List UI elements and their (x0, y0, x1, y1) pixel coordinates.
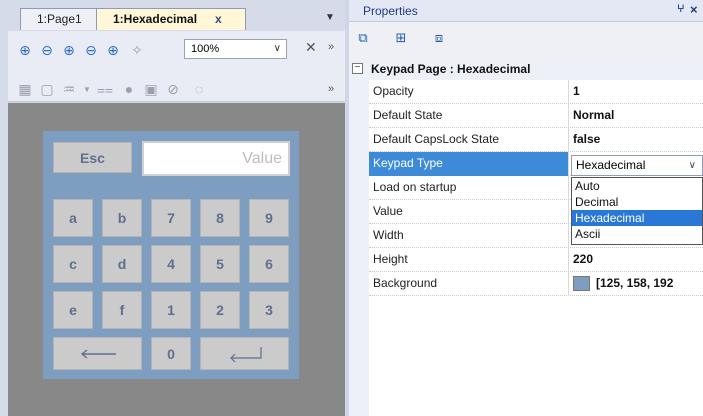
property-gutter (349, 80, 369, 416)
zoom-region-icon[interactable]: ⊖ (82, 41, 100, 59)
property-row-height[interactable]: Height 220 (369, 248, 703, 272)
collapse-icon[interactable]: − (352, 63, 363, 74)
property-row-background[interactable]: Background [125, 158, 192 (369, 272, 703, 296)
close-toolbar-icon[interactable]: ✕ (305, 39, 317, 56)
property-name: Opacity (369, 80, 569, 104)
key-a[interactable]: a (53, 199, 93, 237)
chevron-down-icon: ∨ (273, 43, 281, 54)
property-name: Load on startup (369, 176, 569, 200)
info-icon[interactable]: ● (120, 80, 138, 98)
categorized-view-icon[interactable]: ⧉ (353, 29, 373, 47)
tab-page1[interactable]: 1:Page1 (20, 8, 98, 30)
document-tab-bar: 1:Page1 1:Hexadecimal x ▼ (0, 0, 345, 30)
key-2[interactable]: 2 (200, 291, 240, 329)
grid-icon[interactable]: ▦ (16, 80, 34, 98)
esc-key[interactable]: Esc (53, 142, 132, 173)
properties-toolbar: ⧉ ⊞ ⧈ (349, 22, 703, 58)
dropdown-arrow-icon[interactable]: ▼ (78, 80, 96, 98)
zoom-custom-icon[interactable]: ⊕ (104, 41, 122, 59)
key-1[interactable]: 1 (151, 291, 191, 329)
zoom-out-icon[interactable]: ⊖ (38, 41, 56, 59)
property-name: Keypad Type (369, 152, 569, 176)
align-icon[interactable]: ⩵ (96, 80, 114, 98)
key-7[interactable]: 7 (151, 199, 191, 237)
page-editor-pane: 1:Page1 1:Hexadecimal x ▼ ⊕ ⊖ ⊕ ⊖ ⊕ ✧ 10… (0, 0, 345, 416)
key-0[interactable]: 0 (151, 337, 191, 370)
zoom-reset-icon[interactable]: ✧ (128, 41, 146, 59)
toolbar-overflow-icon[interactable]: » (328, 41, 334, 53)
pin-icon[interactable]: ⵖ (677, 4, 685, 15)
option-decimal[interactable]: Decimal (572, 194, 702, 210)
toolbar-overflow-icon[interactable]: » (328, 83, 334, 95)
close-icon[interactable]: × (690, 2, 698, 17)
enter-key[interactable] (200, 337, 289, 370)
property-value[interactable]: [125, 158, 192 (571, 272, 703, 296)
no-entry-icon[interactable]: ⊘ (164, 80, 182, 98)
key-b[interactable]: b (102, 199, 142, 237)
left-arrow-icon (80, 348, 116, 359)
key-6[interactable]: 6 (249, 245, 289, 283)
properties-title: Properties (363, 4, 418, 18)
property-row-default-capslock-state[interactable]: Default CapsLock State false (369, 128, 703, 152)
option-auto[interactable]: Auto (572, 178, 702, 194)
property-name: Value (369, 200, 569, 224)
tab-list-dropdown-icon[interactable]: ▼ (325, 12, 335, 23)
property-name: Height (369, 248, 569, 272)
chevron-down-icon: ∨ (688, 160, 696, 171)
alphabetical-view-icon[interactable]: ⊞ (391, 29, 411, 47)
key-d[interactable]: d (102, 245, 142, 283)
key-8[interactable]: 8 (200, 199, 240, 237)
property-value[interactable]: 220 (571, 248, 703, 272)
image-icon[interactable]: ▣ (142, 80, 160, 98)
option-ascii[interactable]: Ascii (572, 226, 702, 242)
frame-icon[interactable]: ▢ (38, 80, 56, 98)
key-c[interactable]: c (53, 245, 93, 283)
enter-icon (229, 346, 262, 362)
value-display[interactable]: Value (142, 141, 290, 176)
property-row-default-state[interactable]: Default State Normal (369, 104, 703, 128)
keypad-preview[interactable]: Esc Value a b 7 8 9 c d 4 5 6 e f 1 2 3 … (43, 131, 299, 379)
option-hexadecimal[interactable]: Hexadecimal (572, 210, 702, 226)
color-swatch (573, 276, 590, 292)
category-label: Keypad Page : Hexadecimal (371, 62, 531, 76)
tab-label: 1:Hexadecimal (113, 12, 198, 26)
zoom-value: 100% (191, 43, 220, 55)
key-9[interactable]: 9 (249, 199, 289, 237)
tab-hexadecimal[interactable]: 1:Hexadecimal x (96, 8, 246, 30)
properties-pane: Properties ⵖ × ⧉ ⊞ ⧈ − Keypad Page : Hex… (349, 0, 703, 416)
paint-bucket-icon[interactable]: ♒ (60, 80, 78, 98)
property-value[interactable]: 1 (571, 80, 703, 104)
property-value[interactable]: Normal (571, 104, 703, 128)
editor-toolbars: ⊕ ⊖ ⊕ ⊖ ⊕ ✧ 100% ∨ ✕ » ▦ ▢ ♒ ▼ ⩵ ● ▣ ⊘ ◌… (8, 31, 345, 102)
keypad-type-select[interactable]: Hexadecimal ∨ (571, 155, 703, 176)
key-3[interactable]: 3 (249, 291, 289, 329)
property-category[interactable]: − Keypad Page : Hexadecimal (349, 58, 703, 80)
zoom-level-select[interactable]: 100% ∨ (184, 39, 287, 59)
key-f[interactable]: f (102, 291, 142, 329)
property-name: Background (369, 272, 569, 296)
key-4[interactable]: 4 (151, 245, 191, 283)
keypad-type-dropdown-list: Auto Decimal Hexadecimal Ascii (571, 177, 703, 245)
keypad-type-value: Hexadecimal (576, 158, 646, 172)
background-color-value: [125, 158, 192 (596, 276, 674, 290)
backspace-key[interactable] (53, 337, 142, 370)
property-name: Width (369, 224, 569, 248)
property-value[interactable]: false (571, 128, 703, 152)
property-name: Default State (369, 104, 569, 128)
property-row-opacity[interactable]: Opacity 1 (369, 80, 703, 104)
tab-label: 1:Page1 (37, 12, 82, 26)
property-pages-icon[interactable]: ⧈ (429, 29, 449, 47)
zoom-in-icon[interactable]: ⊕ (16, 41, 34, 59)
key-5[interactable]: 5 (200, 245, 240, 283)
zoom-fit-icon[interactable]: ⊕ (60, 41, 78, 59)
properties-header: Properties ⵖ × (349, 0, 703, 22)
key-e[interactable]: e (53, 291, 93, 329)
property-name: Default CapsLock State (369, 128, 569, 152)
close-tab-icon[interactable]: x (215, 9, 222, 29)
speech-bubble-icon[interactable]: ◌ (190, 80, 208, 98)
